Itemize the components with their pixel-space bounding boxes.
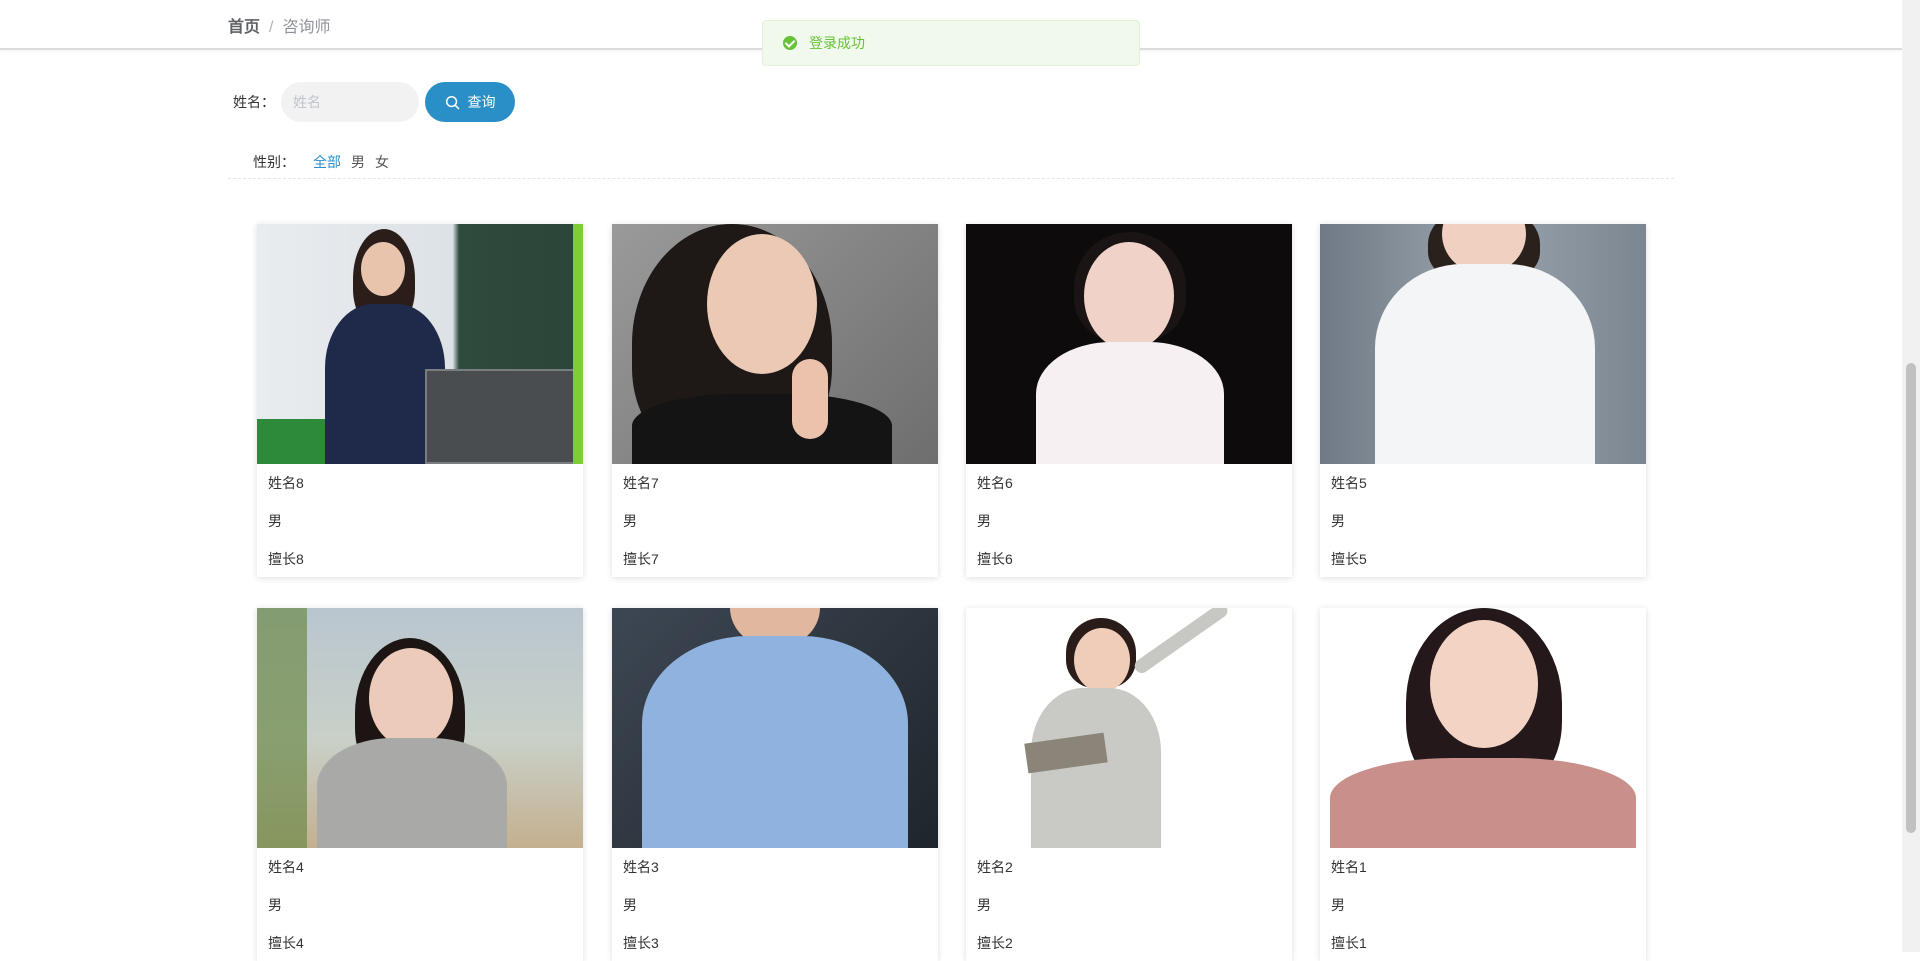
counselor-specialty: 擅长4 xyxy=(268,935,304,951)
success-toast: 登录成功 xyxy=(762,20,1140,66)
counselor-card[interactable]: 姓名5 男 擅长5 xyxy=(1320,224,1646,577)
counselor-photo xyxy=(966,608,1292,848)
counselor-card[interactable]: 姓名1 男 擅长1 xyxy=(1320,608,1646,961)
counselor-photo xyxy=(612,224,938,464)
vertical-scrollbar[interactable] xyxy=(1902,0,1920,952)
filter-option-female[interactable]: 女 xyxy=(375,152,389,172)
search-icon xyxy=(445,95,459,109)
breadcrumb-current: 咨询师 xyxy=(282,19,331,36)
counselor-photo xyxy=(966,224,1292,464)
counselor-info: 姓名2 男 擅长2 xyxy=(966,848,1292,961)
gender-filter-label: 性别： xyxy=(253,154,295,170)
search-bar: 姓名： 查询 xyxy=(233,82,515,122)
counselor-gender: 男 xyxy=(1331,513,1345,529)
counselor-specialty: 擅长5 xyxy=(1331,551,1367,567)
breadcrumb-separator: / xyxy=(269,19,274,36)
counselor-info: 姓名5 男 擅长5 xyxy=(1320,464,1646,577)
filter-option-male[interactable]: 男 xyxy=(351,152,365,172)
counselor-specialty: 擅长6 xyxy=(977,551,1013,567)
counselor-name: 姓名2 xyxy=(977,859,1013,875)
counselor-gender: 男 xyxy=(268,897,282,913)
counselor-card[interactable]: 姓名7 男 擅长7 xyxy=(612,224,938,577)
search-button[interactable]: 查询 xyxy=(425,82,515,122)
name-search-input[interactable] xyxy=(281,82,419,122)
search-label: 姓名： xyxy=(233,94,275,110)
section-divider xyxy=(228,178,1674,179)
counselor-gender: 男 xyxy=(977,513,991,529)
counselor-gender: 男 xyxy=(268,513,282,529)
counselor-info: 姓名7 男 擅长7 xyxy=(612,464,938,577)
search-button-label: 查询 xyxy=(467,94,496,110)
counselor-name: 姓名7 xyxy=(623,475,659,491)
counselor-name: 姓名5 xyxy=(1331,475,1367,491)
counselor-name: 姓名8 xyxy=(268,475,304,491)
breadcrumb: 首页 / 咨询师 xyxy=(228,13,330,37)
counselor-gender: 男 xyxy=(977,897,991,913)
gender-filter: 性别： 全部 男 女 xyxy=(253,152,389,172)
counselor-card[interactable]: 姓名4 男 擅长4 xyxy=(257,608,583,961)
success-check-icon xyxy=(783,36,797,50)
counselor-gender: 男 xyxy=(623,897,637,913)
counselor-name: 姓名1 xyxy=(1331,859,1367,875)
counselor-gender: 男 xyxy=(1331,897,1345,913)
counselor-photo xyxy=(257,224,583,464)
counselor-photo xyxy=(257,608,583,848)
counselor-card[interactable]: 姓名8 男 擅长8 xyxy=(257,224,583,577)
counselor-name: 姓名4 xyxy=(268,859,304,875)
counselor-card[interactable]: 姓名3 男 擅长3 xyxy=(612,608,938,961)
filter-option-all[interactable]: 全部 xyxy=(313,152,341,172)
counselor-specialty: 擅长8 xyxy=(268,551,304,567)
counselor-specialty: 擅长1 xyxy=(1331,935,1367,951)
counselor-gender: 男 xyxy=(623,513,637,529)
counselor-info: 姓名8 男 擅长8 xyxy=(257,464,583,577)
counselor-name: 姓名6 xyxy=(977,475,1013,491)
counselor-card[interactable]: 姓名6 男 擅长6 xyxy=(966,224,1292,577)
counselor-info: 姓名3 男 擅长3 xyxy=(612,848,938,961)
counselor-info: 姓名1 男 擅长1 xyxy=(1320,848,1646,961)
counselor-photo xyxy=(1320,608,1646,848)
scrollbar-thumb[interactable] xyxy=(1906,363,1916,833)
counselor-info: 姓名4 男 擅长4 xyxy=(257,848,583,961)
counselor-specialty: 擅长3 xyxy=(623,935,659,951)
breadcrumb-home-link[interactable]: 首页 xyxy=(228,19,260,36)
counselor-photo xyxy=(612,608,938,848)
counselor-info: 姓名6 男 擅长6 xyxy=(966,464,1292,577)
counselor-specialty: 擅长2 xyxy=(977,935,1013,951)
counselor-specialty: 擅长7 xyxy=(623,551,659,567)
counselor-photo xyxy=(1320,224,1646,464)
toast-message: 登录成功 xyxy=(809,35,865,51)
counselor-card[interactable]: 姓名2 男 擅长2 xyxy=(966,608,1292,961)
counselor-name: 姓名3 xyxy=(623,859,659,875)
